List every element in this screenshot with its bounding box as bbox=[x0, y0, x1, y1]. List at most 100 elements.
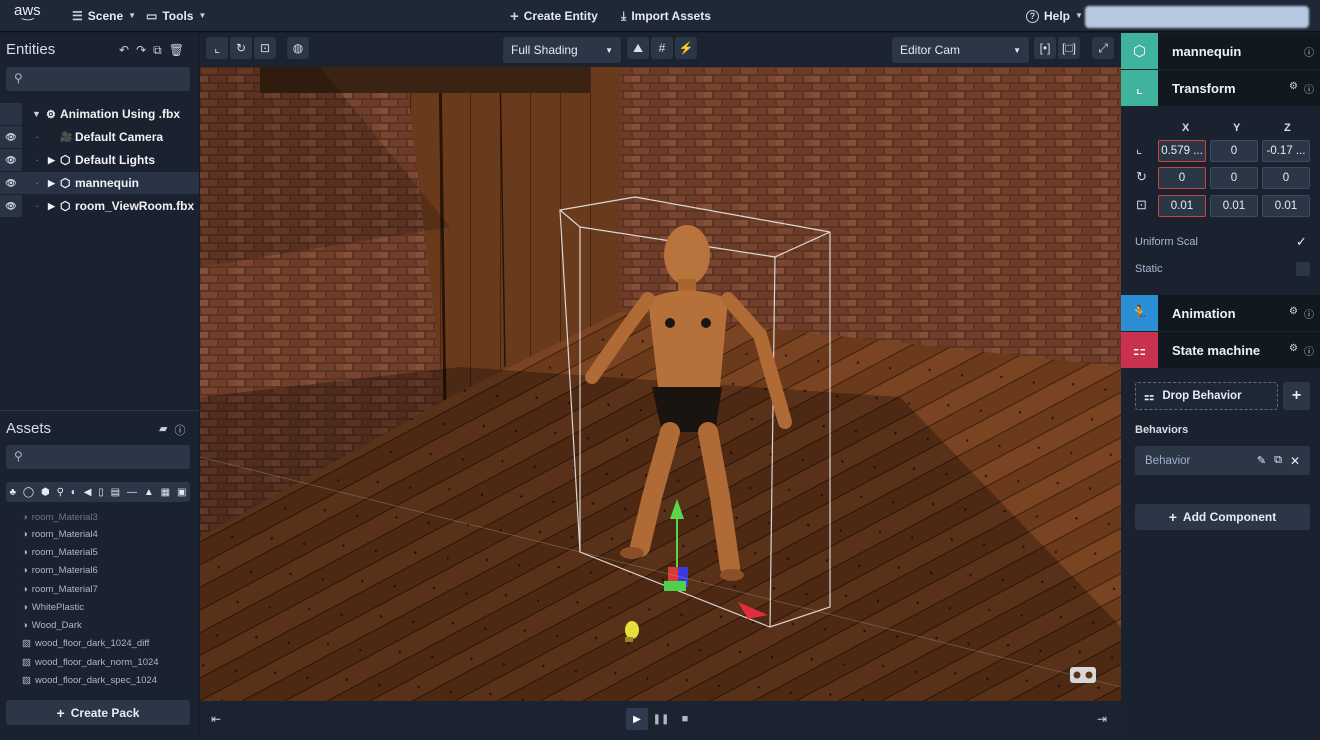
folder-icon[interactable]: ▰ bbox=[159, 422, 167, 438]
cube-filter-icon[interactable]: ⬢ bbox=[41, 487, 50, 498]
tree-row-default-camera[interactable]: 👁 · 🎥 Default Camera bbox=[0, 126, 199, 148]
gear-icon[interactable]: ⚙ bbox=[1289, 81, 1298, 96]
create-pack-button[interactable]: + Create Pack bbox=[6, 700, 190, 725]
pause-icon[interactable]: ❚❚ bbox=[650, 708, 672, 730]
scale-y-field[interactable]: 0.01 bbox=[1210, 195, 1258, 217]
help-circle-icon[interactable]: ⓘ bbox=[1304, 81, 1314, 96]
asset-item[interactable]: ▨ wood_floor_dark_norm_1024 bbox=[22, 653, 159, 671]
static-checkbox[interactable] bbox=[1296, 262, 1310, 276]
material-filter-icon[interactable]: ◐ bbox=[71, 487, 77, 498]
asset-item[interactable]: ▨ wood_floor_dark_spec_1024 bbox=[22, 671, 157, 689]
collapse-right-icon[interactable]: ⇥ bbox=[1097, 712, 1107, 726]
terrain-filter-icon[interactable]: ▲ bbox=[144, 487, 154, 498]
entity-name[interactable]: mannequin bbox=[1172, 44, 1304, 59]
uniform-scale-checkbox[interactable]: ✓ bbox=[1296, 235, 1310, 249]
camera-dropdown[interactable]: Editor Cam ▼ bbox=[892, 37, 1029, 63]
scene-menu[interactable]: ☰ Scene ▼ bbox=[72, 7, 136, 25]
grid-icon[interactable]: # bbox=[651, 37, 673, 59]
assets-search-input[interactable]: ⚲ bbox=[6, 445, 190, 469]
entity-filter-icon[interactable]: ♣ bbox=[9, 487, 16, 498]
rotation-x-field[interactable]: 0 bbox=[1158, 167, 1206, 189]
duplicate-icon[interactable]: ⧉ bbox=[1274, 454, 1282, 467]
edit-pencil-icon[interactable]: ✎ bbox=[1257, 454, 1266, 467]
aws-logo[interactable]: aws bbox=[14, 3, 42, 21]
json-filter-icon[interactable]: ▤ bbox=[111, 487, 120, 498]
help-circle-icon[interactable]: ⓘ bbox=[1304, 343, 1314, 358]
play-icon[interactable]: ▶ bbox=[626, 708, 648, 730]
asset-item[interactable]: ◑ Wood_Dark bbox=[22, 616, 82, 634]
expand-right-icon[interactable]: ▶ bbox=[48, 155, 55, 166]
collapse-left-icon[interactable]: ⇤ bbox=[211, 712, 221, 726]
asset-item[interactable]: ◑ room_Material3 bbox=[22, 508, 98, 526]
frame-selection-icon[interactable]: [□] bbox=[1058, 37, 1080, 59]
shading-dropdown[interactable]: Full Shading ▼ bbox=[503, 37, 621, 63]
position-y-field[interactable]: 0 bbox=[1210, 140, 1258, 162]
expand-right-icon[interactable]: ▶ bbox=[48, 201, 55, 212]
eye-icon[interactable]: 👁 bbox=[0, 172, 22, 194]
create-entity-button[interactable]: + Create Entity bbox=[510, 7, 598, 25]
audio-filter-icon[interactable]: ◀ bbox=[84, 487, 92, 498]
rotate-tool-icon[interactable]: ↻ bbox=[230, 37, 252, 59]
sphere-filter-icon[interactable]: ◯ bbox=[23, 487, 34, 498]
file-filter-icon[interactable]: ▯ bbox=[98, 487, 104, 498]
scale-tool-icon[interactable]: ⊡ bbox=[254, 37, 276, 59]
animation-header[interactable]: 🏃 Animation ⚙ ⓘ bbox=[1121, 295, 1320, 331]
duplicate-icon[interactable]: ⧉ bbox=[153, 43, 162, 58]
eye-icon[interactable]: 👁 bbox=[0, 126, 22, 148]
tree-row-mannequin[interactable]: 👁 · ▶ ⬡ mannequin bbox=[0, 172, 199, 194]
account-badge[interactable] bbox=[1085, 6, 1309, 28]
add-component-button[interactable]: + Add Component bbox=[1135, 504, 1310, 530]
behavior-item[interactable]: Behavior ✎ ⧉ ✕ bbox=[1135, 446, 1310, 475]
asset-item[interactable]: ◑ room_Material4 bbox=[22, 525, 98, 543]
focus-icon[interactable]: [•] bbox=[1034, 37, 1056, 59]
tree-row-root[interactable]: ▼ ⚙ Animation Using .fbx bbox=[0, 103, 199, 125]
tree-row-room[interactable]: 👁 · ▶ ⬡ room_ViewRoom.fbx bbox=[0, 195, 199, 217]
gear-icon[interactable]: ⚙ bbox=[1289, 306, 1298, 321]
animation-filter-icon[interactable]: ⚲ bbox=[57, 487, 64, 498]
import-assets-button[interactable]: ⤓ Import Assets bbox=[621, 7, 711, 25]
entities-search-input[interactable]: ⚲ bbox=[6, 67, 190, 91]
eye-icon[interactable]: 👁 bbox=[0, 195, 22, 217]
stop-icon[interactable]: ■ bbox=[674, 708, 696, 730]
help-circle-icon[interactable]: ⓘ bbox=[174, 422, 185, 438]
asset-item[interactable]: ◑ WhitePlastic bbox=[22, 598, 84, 616]
tools-menu[interactable]: ▭ Tools ▼ bbox=[146, 7, 206, 25]
translate-tool-icon[interactable]: ⌞ bbox=[206, 37, 228, 59]
lighting-icon[interactable]: ⛰ bbox=[627, 37, 649, 59]
close-icon[interactable]: ✕ bbox=[1290, 454, 1300, 468]
trash-icon[interactable]: 🗑 bbox=[169, 43, 184, 58]
undo-icon[interactable]: ↶ bbox=[119, 43, 129, 58]
tree-row-default-lights[interactable]: 👁 · ▶ ⬡ Default Lights bbox=[0, 149, 199, 171]
grid-filter-icon[interactable]: ▦ bbox=[161, 487, 170, 498]
expand-right-icon[interactable]: ▶ bbox=[48, 178, 55, 189]
line-filter-icon[interactable]: — bbox=[127, 487, 137, 498]
position-x-field[interactable]: 0.579 ... bbox=[1158, 140, 1206, 162]
asset-item[interactable]: ◑ room_Material6 bbox=[22, 561, 98, 579]
eye-icon[interactable]: 👁 bbox=[0, 149, 22, 171]
scale-z-field[interactable]: 0.01 bbox=[1262, 195, 1310, 217]
rotation-z-field[interactable]: 0 bbox=[1262, 167, 1310, 189]
asset-item[interactable]: ◑ room_Material5 bbox=[22, 543, 98, 561]
drop-behavior-zone[interactable]: ⚏ Drop Behavior bbox=[1135, 382, 1278, 410]
world-space-icon[interactable]: ◍ bbox=[287, 37, 309, 59]
asset-item[interactable]: ◑ room_Material7 bbox=[22, 580, 98, 598]
transform-header[interactable]: ⌞ Transform ⚙ ⓘ bbox=[1121, 70, 1320, 106]
scene-viewport[interactable] bbox=[200, 67, 1121, 701]
add-behavior-button[interactable]: + bbox=[1283, 382, 1310, 410]
vr-headset-icon[interactable] bbox=[1070, 667, 1096, 683]
state-machine-header[interactable]: ⚏ State machine ⚙ ⓘ bbox=[1121, 332, 1320, 368]
help-circle-icon[interactable]: ⓘ bbox=[1304, 44, 1314, 59]
expand-down-icon[interactable]: ▼ bbox=[32, 109, 41, 119]
scale-x-field[interactable]: 0.01 bbox=[1158, 195, 1206, 217]
gear-icon[interactable]: ⚙ bbox=[1289, 343, 1298, 358]
asset-item[interactable]: ▨ wood_floor_dark_1024_diff bbox=[22, 634, 149, 652]
help-menu[interactable]: ? Help ▼ bbox=[1026, 7, 1083, 25]
magic-wand-icon[interactable]: ⚡ bbox=[675, 37, 697, 59]
maximize-icon[interactable]: ⤢ bbox=[1092, 37, 1114, 59]
image-filter-icon[interactable]: ▣ bbox=[177, 487, 186, 498]
behavior-item-label[interactable]: Behavior bbox=[1145, 455, 1257, 467]
help-circle-icon[interactable]: ⓘ bbox=[1304, 306, 1314, 321]
position-z-field[interactable]: -0.17 ... bbox=[1262, 140, 1310, 162]
redo-icon[interactable]: ↷ bbox=[136, 43, 146, 58]
rotation-y-field[interactable]: 0 bbox=[1210, 167, 1258, 189]
